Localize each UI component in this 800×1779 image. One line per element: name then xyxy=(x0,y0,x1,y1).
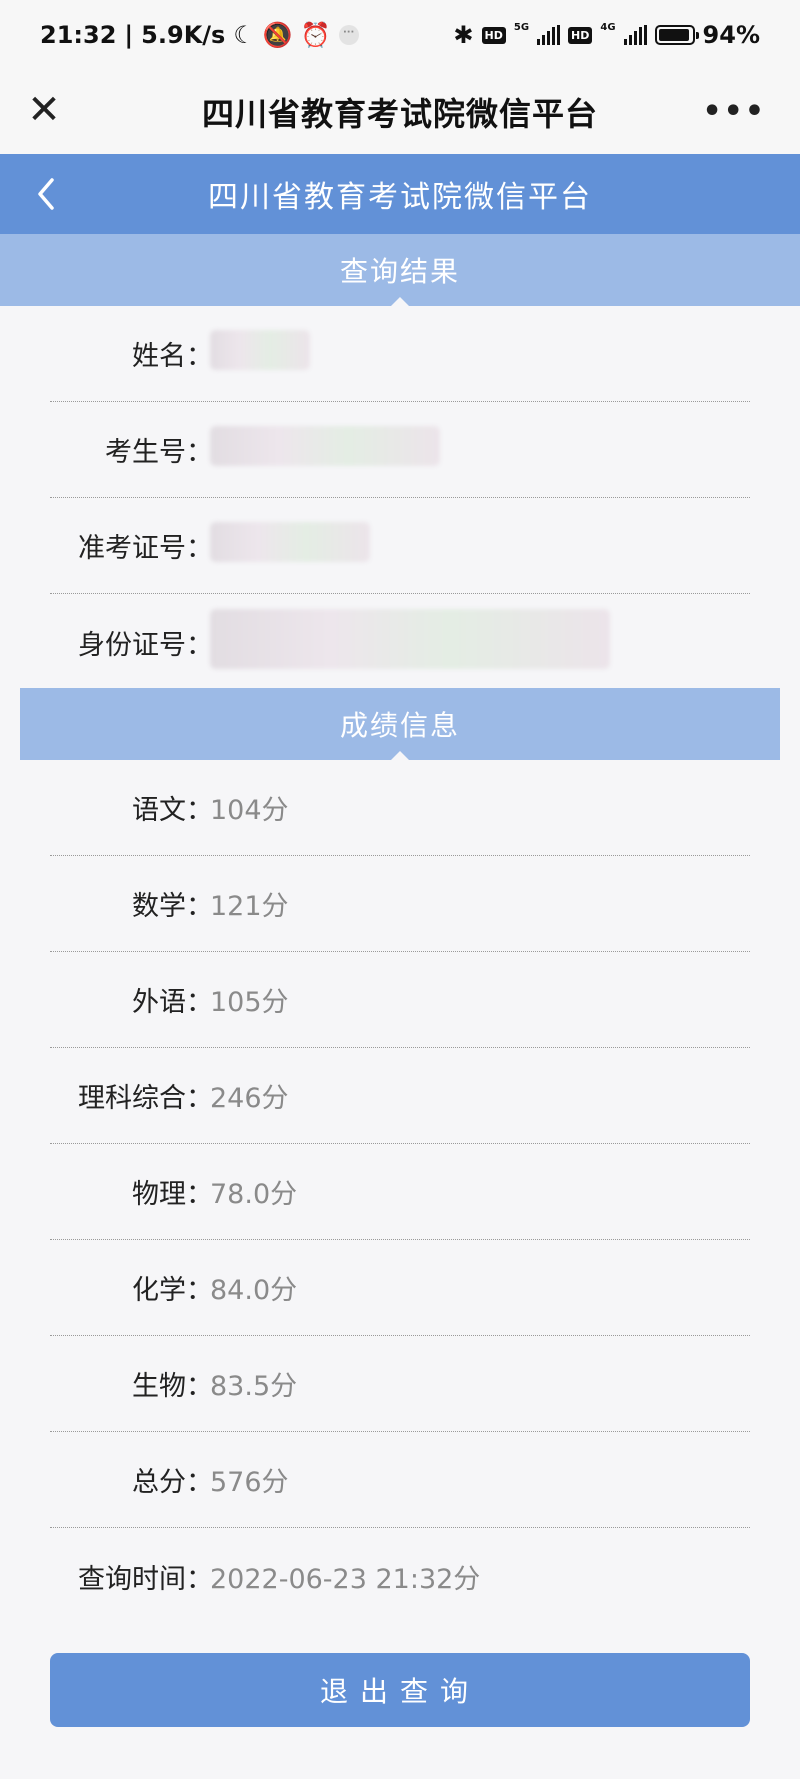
admission-ticket-value-redacted xyxy=(206,522,370,569)
status-separator: | xyxy=(124,21,134,49)
score-colon: ： xyxy=(186,1371,213,1402)
score-colon: ： xyxy=(186,1275,213,1306)
score-row-total: 总分 ： 576分 xyxy=(50,1432,750,1528)
field-label: 考生号 xyxy=(105,437,186,468)
section-header-score-info: 成绩信息 xyxy=(20,688,780,761)
score-value: 105分 xyxy=(210,987,289,1018)
score-label: 语文 xyxy=(132,795,186,826)
score-label: 理科综合 xyxy=(78,1083,186,1114)
score-colon: ： xyxy=(186,891,213,922)
score-colon: ： xyxy=(186,1179,213,1210)
score-label: 外语 xyxy=(132,987,186,1018)
page-title: 四川省教育考试院微信平台 xyxy=(208,180,592,215)
info-row-name: 姓名 ： xyxy=(50,306,750,402)
score-value: 78.0分 xyxy=(210,1179,298,1210)
score-row-math: 数学 ： 121分 xyxy=(50,856,750,952)
chevron-left-icon[interactable] xyxy=(30,174,64,214)
field-label: 身份证号 xyxy=(78,629,186,661)
exit-query-button[interactable]: 退出查询 xyxy=(50,1653,750,1727)
page-header: 四川省教育考试院微信平台 xyxy=(0,154,800,234)
network-type-1: 5G xyxy=(513,21,530,33)
score-row-physics: 物理 ： 78.0分 xyxy=(50,1144,750,1240)
mute-bell-icon: 🔕 xyxy=(262,21,293,49)
score-value: 104分 xyxy=(210,795,289,826)
status-time: 21:32 xyxy=(40,21,117,49)
wechat-title: 四川省教育考试院微信平台 xyxy=(201,95,598,133)
info-row-candidate-number: 考生号 ： xyxy=(50,402,750,498)
message-bubble-icon: ··· xyxy=(338,25,359,45)
score-value: 246分 xyxy=(210,1083,289,1114)
battery-icon xyxy=(654,25,699,45)
score-value: 121分 xyxy=(210,891,289,922)
status-speed: 5.9K/s xyxy=(141,21,226,49)
score-value: 84.0分 xyxy=(210,1275,298,1306)
score-label: 数学 xyxy=(132,891,186,922)
score-row-science-comprehensive: 理科综合 ： 246分 xyxy=(50,1048,750,1144)
moon-icon: ☾ xyxy=(233,21,255,49)
field-colon: ： xyxy=(186,341,213,372)
score-label: 化学 xyxy=(132,1275,186,1306)
more-icon[interactable]: ••• xyxy=(702,94,766,129)
score-label: 总分 xyxy=(132,1467,186,1498)
close-icon[interactable]: ✕ xyxy=(24,90,64,130)
battery-text: 94% xyxy=(702,21,760,49)
info-row-admission-ticket: 准考证号 ： xyxy=(50,498,750,594)
score-row-chinese: 语文 ： 104分 xyxy=(50,760,750,856)
field-colon: ： xyxy=(186,629,213,661)
info-row-id-number: 身份证号 ： xyxy=(50,594,750,690)
signal-icon-2 xyxy=(623,25,647,45)
score-row-biology: 生物 ： 83.5分 xyxy=(50,1336,750,1432)
score-row-query-time: 查询时间 ： 2022-06-23 21:32分 xyxy=(50,1528,750,1624)
field-colon: ： xyxy=(186,437,213,468)
score-value: 83.5分 xyxy=(210,1371,298,1402)
field-label: 准考证号 xyxy=(78,533,186,564)
candidate-number-value-redacted xyxy=(206,426,440,473)
score-label: 生物 xyxy=(132,1371,186,1402)
score-row-foreign-language: 外语 ： 105分 xyxy=(50,952,750,1048)
bluetooth-icon: ✱ xyxy=(453,21,474,49)
query-time-value: 2022-06-23 21:32分 xyxy=(210,1563,481,1595)
status-bar: 21:32 | 5.9K/s ☾ 🔕 ⏰ ··· ✱ HD 5G HD 4G 9… xyxy=(0,0,800,70)
alarm-icon: ⏰ xyxy=(300,21,331,49)
score-colon: ： xyxy=(186,1467,213,1498)
score-colon: ： xyxy=(186,795,213,826)
score-row-chemistry: 化学 ： 84.0分 xyxy=(50,1240,750,1336)
battery-level xyxy=(658,29,689,41)
status-right: ✱ HD 5G HD 4G 94% xyxy=(453,21,760,49)
field-label: 姓名 xyxy=(132,341,186,372)
wechat-nav-bar: ✕ 四川省教育考试院微信平台 ••• xyxy=(0,70,800,154)
score-colon: ： xyxy=(186,987,213,1018)
section-header-query-result: 查询结果 xyxy=(0,234,800,307)
signal-icon-1 xyxy=(537,25,561,45)
score-colon: ： xyxy=(186,1563,213,1595)
hd-badge-1: HD xyxy=(481,26,506,44)
status-left: 21:32 | 5.9K/s ☾ 🔕 ⏰ ··· xyxy=(40,21,359,49)
id-number-value-redacted xyxy=(206,608,610,676)
score-label: 物理 xyxy=(132,1179,186,1210)
hd-badge-2: HD xyxy=(568,26,593,44)
network-type-2: 4G xyxy=(600,21,616,33)
score-colon: ： xyxy=(186,1083,213,1114)
score-label: 查询时间 xyxy=(78,1563,186,1595)
field-colon: ： xyxy=(186,533,213,564)
score-value: 576分 xyxy=(210,1467,289,1498)
name-value-redacted xyxy=(206,330,310,377)
